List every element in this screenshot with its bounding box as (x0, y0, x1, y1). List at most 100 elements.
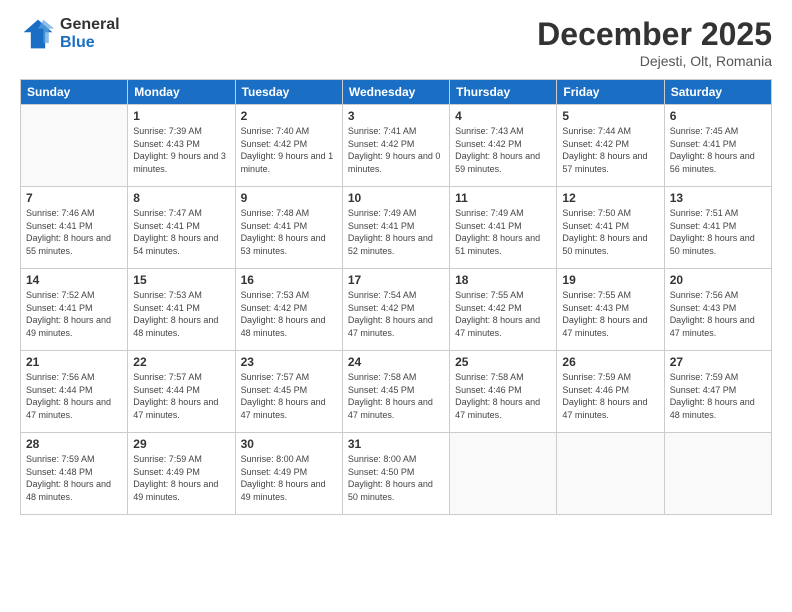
calendar-cell: 11 Sunrise: 7:49 AMSunset: 4:41 PMDayligh… (450, 187, 557, 269)
cell-info: Sunrise: 7:47 AMSunset: 4:41 PMDaylight:… (133, 207, 229, 257)
day-number: 11 (455, 191, 551, 205)
cell-info: Sunrise: 7:58 AMSunset: 4:45 PMDaylight:… (348, 371, 444, 421)
day-number: 8 (133, 191, 229, 205)
cell-info: Sunrise: 7:54 AMSunset: 4:42 PMDaylight:… (348, 289, 444, 339)
calendar-cell: 7Sunrise: 7:46 AMSunset: 4:41 PMDaylight… (21, 187, 128, 269)
calendar-header-row: SundayMondayTuesdayWednesdayThursdayFrid… (21, 80, 772, 105)
calendar-week-row: 28 Sunrise: 7:59 AMSunset: 4:48 PMDayligh… (21, 433, 772, 515)
day-header: Tuesday (235, 80, 342, 105)
day-number: 18 (455, 273, 551, 287)
calendar-cell: 24 Sunrise: 7:58 AMSunset: 4:45 PMDayligh… (342, 351, 449, 433)
calendar-cell: 8 Sunrise: 7:47 AMSunset: 4:41 PMDaylight… (128, 187, 235, 269)
calendar-cell: 1 Sunrise: 7:39 AMSunset: 4:43 PMDaylight… (128, 105, 235, 187)
day-number: 28 (26, 437, 122, 451)
day-header: Wednesday (342, 80, 449, 105)
day-number: 27 (670, 355, 766, 369)
calendar-cell (557, 433, 664, 515)
calendar-cell: 16 Sunrise: 7:53 AMSunset: 4:42 PMDayligh… (235, 269, 342, 351)
day-number: 22 (133, 355, 229, 369)
calendar-cell: 22 Sunrise: 7:57 AMSunset: 4:44 PMDayligh… (128, 351, 235, 433)
cell-info: Sunrise: 7:45 AMSunset: 4:41 PMDaylight:… (670, 125, 766, 175)
calendar-cell: 5Sunrise: 7:44 AMSunset: 4:42 PMDaylight… (557, 105, 664, 187)
calendar-cell: 30Sunrise: 8:00 AMSunset: 4:49 PMDayligh… (235, 433, 342, 515)
day-number: 17 (348, 273, 444, 287)
calendar-cell: 20Sunrise: 7:56 AMSunset: 4:43 PMDayligh… (664, 269, 771, 351)
calendar-cell: 10Sunrise: 7:49 AMSunset: 4:41 PMDayligh… (342, 187, 449, 269)
calendar-cell: 18Sunrise: 7:55 AMSunset: 4:42 PMDayligh… (450, 269, 557, 351)
cell-info: Sunrise: 8:00 AMSunset: 4:49 PMDaylight:… (241, 453, 337, 503)
header: General Blue December 2025 Dejesti, Olt,… (20, 16, 772, 69)
calendar-cell: 2 Sunrise: 7:40 AMSunset: 4:42 PMDaylight… (235, 105, 342, 187)
day-number: 13 (670, 191, 766, 205)
cell-info: Sunrise: 7:40 AMSunset: 4:42 PMDaylight:… (241, 125, 337, 175)
cell-info: Sunrise: 7:50 AMSunset: 4:41 PMDaylight:… (562, 207, 658, 257)
day-number: 19 (562, 273, 658, 287)
title-block: December 2025 Dejesti, Olt, Romania (537, 16, 772, 69)
day-header: Saturday (664, 80, 771, 105)
logo-blue: Blue (60, 34, 95, 51)
calendar-cell: 23Sunrise: 7:57 AMSunset: 4:45 PMDayligh… (235, 351, 342, 433)
calendar-cell: 29 Sunrise: 7:59 AMSunset: 4:49 PMDayligh… (128, 433, 235, 515)
cell-info: Sunrise: 7:57 AMSunset: 4:44 PMDaylight:… (133, 371, 229, 421)
logo-text: General Blue (60, 16, 120, 51)
cell-info: Sunrise: 7:59 AMSunset: 4:47 PMDaylight:… (670, 371, 766, 421)
day-number: 6 (670, 109, 766, 123)
day-number: 29 (133, 437, 229, 451)
cell-info: Sunrise: 7:55 AMSunset: 4:43 PMDaylight:… (562, 289, 658, 339)
cell-info: Sunrise: 7:39 AMSunset: 4:43 PMDaylight:… (133, 125, 229, 175)
calendar-cell: 27 Sunrise: 7:59 AMSunset: 4:47 PMDayligh… (664, 351, 771, 433)
cell-info: Sunrise: 7:43 AMSunset: 4:42 PMDaylight:… (455, 125, 551, 175)
cell-info: Sunrise: 7:52 AMSunset: 4:41 PMDaylight:… (26, 289, 122, 339)
calendar-cell: 28 Sunrise: 7:59 AMSunset: 4:48 PMDayligh… (21, 433, 128, 515)
cell-info: Sunrise: 7:59 AMSunset: 4:48 PMDaylight:… (26, 453, 122, 503)
day-number: 20 (670, 273, 766, 287)
logo: General Blue (20, 16, 120, 52)
month-title: December 2025 (537, 16, 772, 53)
day-number: 26 (562, 355, 658, 369)
day-header: Friday (557, 80, 664, 105)
calendar-cell: 9Sunrise: 7:48 AMSunset: 4:41 PMDaylight… (235, 187, 342, 269)
day-number: 31 (348, 437, 444, 451)
cell-info: Sunrise: 7:53 AMSunset: 4:42 PMDaylight:… (241, 289, 337, 339)
calendar-cell: 19 Sunrise: 7:55 AMSunset: 4:43 PMDayligh… (557, 269, 664, 351)
logo-general: General (60, 16, 120, 33)
day-number: 24 (348, 355, 444, 369)
day-number: 12 (562, 191, 658, 205)
day-number: 4 (455, 109, 551, 123)
day-number: 15 (133, 273, 229, 287)
calendar-cell: 3Sunrise: 7:41 AMSunset: 4:42 PMDaylight… (342, 105, 449, 187)
day-number: 1 (133, 109, 229, 123)
day-number: 2 (241, 109, 337, 123)
day-number: 10 (348, 191, 444, 205)
cell-info: Sunrise: 7:56 AMSunset: 4:44 PMDaylight:… (26, 371, 122, 421)
day-number: 23 (241, 355, 337, 369)
calendar-cell: 4 Sunrise: 7:43 AMSunset: 4:42 PMDaylight… (450, 105, 557, 187)
cell-info: Sunrise: 8:00 AMSunset: 4:50 PMDaylight:… (348, 453, 444, 503)
location: Dejesti, Olt, Romania (537, 53, 772, 69)
calendar-cell: 6 Sunrise: 7:45 AMSunset: 4:41 PMDaylight… (664, 105, 771, 187)
day-number: 14 (26, 273, 122, 287)
calendar-cell: 31 Sunrise: 8:00 AMSunset: 4:50 PMDayligh… (342, 433, 449, 515)
calendar-cell (450, 433, 557, 515)
day-header: Sunday (21, 80, 128, 105)
calendar-cell (664, 433, 771, 515)
day-number: 16 (241, 273, 337, 287)
day-header: Thursday (450, 80, 557, 105)
cell-info: Sunrise: 7:59 AMSunset: 4:49 PMDaylight:… (133, 453, 229, 503)
day-number: 21 (26, 355, 122, 369)
calendar-week-row: 1 Sunrise: 7:39 AMSunset: 4:43 PMDaylight… (21, 105, 772, 187)
calendar-table: SundayMondayTuesdayWednesdayThursdayFrid… (20, 79, 772, 515)
calendar-cell: 21 Sunrise: 7:56 AMSunset: 4:44 PMDayligh… (21, 351, 128, 433)
cell-info: Sunrise: 7:51 AMSunset: 4:41 PMDaylight:… (670, 207, 766, 257)
calendar-cell: 26Sunrise: 7:59 AMSunset: 4:46 PMDayligh… (557, 351, 664, 433)
day-number: 25 (455, 355, 551, 369)
day-header: Monday (128, 80, 235, 105)
day-number: 7 (26, 191, 122, 205)
cell-info: Sunrise: 7:53 AMSunset: 4:41 PMDaylight:… (133, 289, 229, 339)
calendar-cell: 25 Sunrise: 7:58 AMSunset: 4:46 PMDayligh… (450, 351, 557, 433)
calendar-cell: 14 Sunrise: 7:52 AMSunset: 4:41 PMDayligh… (21, 269, 128, 351)
calendar-week-row: 14 Sunrise: 7:52 AMSunset: 4:41 PMDayligh… (21, 269, 772, 351)
calendar-cell: 17 Sunrise: 7:54 AMSunset: 4:42 PMDayligh… (342, 269, 449, 351)
cell-info: Sunrise: 7:49 AMSunset: 4:41 PMDaylight:… (455, 207, 551, 257)
cell-info: Sunrise: 7:58 AMSunset: 4:46 PMDaylight:… (455, 371, 551, 421)
